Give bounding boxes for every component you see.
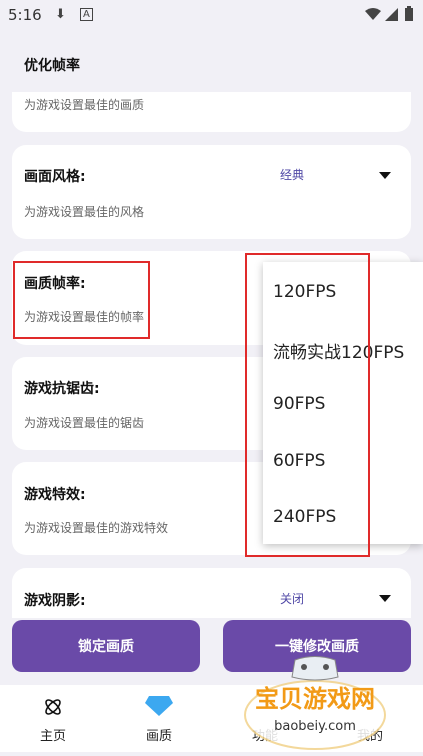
- setting-title: 画面风格:: [24, 169, 86, 185]
- quality-diamond-icon: [145, 696, 173, 716]
- app-notification-icon: A: [80, 8, 93, 21]
- dropdown-arrow-icon[interactable]: [379, 595, 391, 602]
- nav-item-home[interactable]: 主页: [23, 685, 83, 752]
- home-atom-icon: [45, 699, 61, 715]
- setting-value[interactable]: 关闭: [280, 590, 304, 607]
- section-title: 优化帧率: [24, 58, 80, 74]
- nav-item-quality[interactable]: 画质: [129, 685, 189, 752]
- wifi-icon: [365, 8, 381, 20]
- signal-icon: [385, 8, 398, 21]
- watermark-logo: 宝贝游戏网 baobeiy.com: [240, 655, 390, 752]
- setting-desc: 为游戏设置最佳的风格: [24, 205, 145, 219]
- highlight-box-framerate-label: [13, 261, 150, 339]
- highlight-box-dropdown: [245, 253, 370, 557]
- section-header: 优化帧率: [0, 30, 423, 92]
- setting-title: 游戏抗锯齿:: [24, 381, 100, 397]
- svg-text:baobeiy.com: baobeiy.com: [274, 719, 356, 734]
- svg-text:宝贝游戏网: 宝贝游戏网: [255, 685, 375, 713]
- setting-value[interactable]: 经典: [280, 166, 304, 183]
- dropdown-arrow-icon[interactable]: [379, 172, 391, 179]
- battery-icon: [405, 6, 413, 21]
- setting-desc: 为游戏设置最佳的锯齿: [24, 416, 145, 430]
- status-time: 5:16: [8, 6, 42, 24]
- watermark-graphic: 宝贝游戏网 baobeiy.com: [244, 656, 386, 750]
- setting-title: 游戏阴影:: [24, 593, 86, 609]
- setting-card-shadow[interactable]: 游戏阴影: 关闭: [12, 568, 411, 618]
- status-bar: 5:16 ⬇ A: [0, 0, 423, 30]
- setting-desc: 为游戏设置最佳的游戏特效: [24, 521, 169, 535]
- lock-quality-button[interactable]: 锁定画质: [12, 620, 200, 672]
- setting-card-style[interactable]: 画面风格: 经典 为游戏设置最佳的风格: [12, 145, 411, 239]
- nav-label: 主页: [39, 729, 66, 744]
- nav-label: 画质: [145, 729, 172, 744]
- setting-title: 游戏特效:: [24, 487, 86, 503]
- download-icon: ⬇: [55, 7, 66, 22]
- setting-desc: 为游戏设置最佳的画质: [24, 98, 145, 112]
